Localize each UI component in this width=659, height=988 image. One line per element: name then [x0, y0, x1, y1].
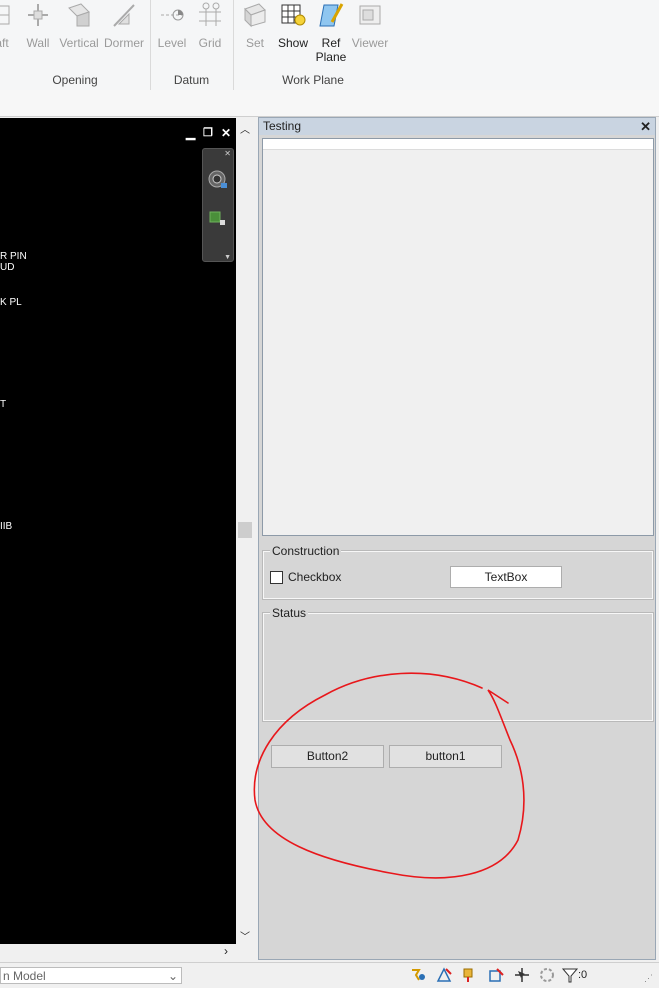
ribbon-group-title: Work Plane — [282, 73, 344, 87]
view-text: UD — [0, 262, 15, 273]
button2[interactable]: Button2 — [271, 745, 384, 768]
wall-opening-icon — [28, 4, 48, 26]
ref-plane-icon — [319, 3, 344, 27]
model-combo[interactable]: n Model ⌄ — [0, 967, 182, 984]
vertical-opening-icon — [68, 3, 90, 27]
navigation-bar: ✕ ▼ — [202, 148, 234, 262]
view-text: T — [0, 399, 7, 410]
viewer-icon — [359, 5, 381, 25]
resize-grip-icon[interactable]: ⋰ — [644, 973, 653, 984]
ref-plane-button[interactable]: Ref Plane — [311, 2, 351, 64]
select-underlay-icon[interactable] — [436, 967, 452, 983]
filter-count: :0 — [578, 969, 588, 981]
construction-group: Construction Checkbox TextBox — [262, 544, 654, 600]
group-legend: Status — [270, 606, 309, 620]
view-text: K PL — [0, 297, 22, 308]
close-icon[interactable]: ✕ — [221, 126, 231, 140]
text-box[interactable]: TextBox — [450, 566, 562, 588]
select-by-face-icon[interactable] — [488, 967, 504, 983]
list-box[interactable] — [262, 138, 654, 536]
show-work-plane-button[interactable]: Show — [273, 2, 313, 50]
testing-palette: Testing ✕ Construction Checkbox TextBox … — [258, 117, 656, 960]
list-header — [263, 139, 653, 150]
chevron-down-icon[interactable]: ⌄ — [168, 968, 178, 985]
dormer-button[interactable]: Dormer — [104, 2, 144, 50]
minimize-icon[interactable]: ▁ — [186, 126, 195, 140]
palette-title: Testing — [263, 119, 302, 133]
ribbon-group-opening: aft Wall Vertical Dormer Opening — [0, 0, 151, 90]
wall-opening-button[interactable]: Wall — [18, 2, 58, 50]
show-work-plane-icon — [281, 4, 306, 26]
options-bar — [0, 90, 659, 117]
scroll-thumb[interactable] — [238, 522, 252, 538]
zoom-icon[interactable] — [209, 211, 227, 229]
chevron-down-icon[interactable]: ﹀ — [240, 928, 250, 943]
drag-elements-icon[interactable] — [514, 967, 530, 983]
ribbon-group-datum: Level Grid Datum — [150, 0, 234, 90]
ribbon: aft Wall Vertical Dormer Opening Level G… — [0, 0, 659, 91]
close-icon[interactable]: ✕ — [224, 149, 231, 158]
button1[interactable]: button1 — [389, 745, 502, 768]
chevron-down-icon[interactable]: ▼ — [224, 254, 231, 261]
level-icon — [161, 9, 184, 21]
set-work-plane-icon — [244, 3, 266, 28]
filter-icon[interactable] — [562, 967, 578, 983]
grid-button[interactable]: Grid — [190, 2, 230, 50]
set-button[interactable]: Set — [235, 2, 275, 50]
status-group: Status — [262, 606, 654, 722]
close-icon[interactable]: ✕ — [640, 118, 651, 135]
checkbox-label[interactable]: Checkbox — [288, 570, 341, 584]
select-pinned-icon[interactable] — [461, 967, 477, 983]
status-bar: n Model ⌄ :0 ⋰ — [0, 962, 659, 988]
ribbon-group-title: Datum — [173, 73, 210, 87]
level-button[interactable]: Level — [152, 2, 192, 50]
checkbox[interactable] — [270, 571, 283, 584]
view-text: R PIN — [0, 251, 27, 262]
shaft-icon — [0, 5, 10, 25]
drawing-view[interactable]: R PIN UD K PL T IIB — [0, 118, 236, 944]
ribbon-group-title: Opening — [52, 73, 98, 87]
dormer-icon — [113, 4, 135, 27]
horizontal-scrollbar[interactable]: › — [0, 944, 254, 960]
vertical-opening-button[interactable]: Vertical — [59, 2, 99, 50]
grid-icon — [199, 2, 221, 26]
chevron-up-icon[interactable]: ︿ — [240, 121, 250, 136]
background-process-icon[interactable] — [539, 967, 555, 983]
chevron-right-icon[interactable]: › — [224, 944, 228, 958]
group-legend: Construction — [270, 544, 342, 558]
view-text: IIB — [0, 521, 13, 532]
restore-icon[interactable]: ❐ — [203, 126, 213, 139]
viewer-button[interactable]: Viewer — [350, 2, 390, 50]
vertical-scrollbar[interactable]: ︿ ﹀ — [236, 118, 254, 944]
palette-title-bar: Testing ✕ — [259, 118, 655, 135]
select-links-icon[interactable] — [410, 967, 426, 983]
steering-wheel-icon[interactable] — [207, 169, 229, 191]
ribbon-group-work-plane: Set Show Ref Plane Viewer Work Plane — [233, 0, 393, 90]
